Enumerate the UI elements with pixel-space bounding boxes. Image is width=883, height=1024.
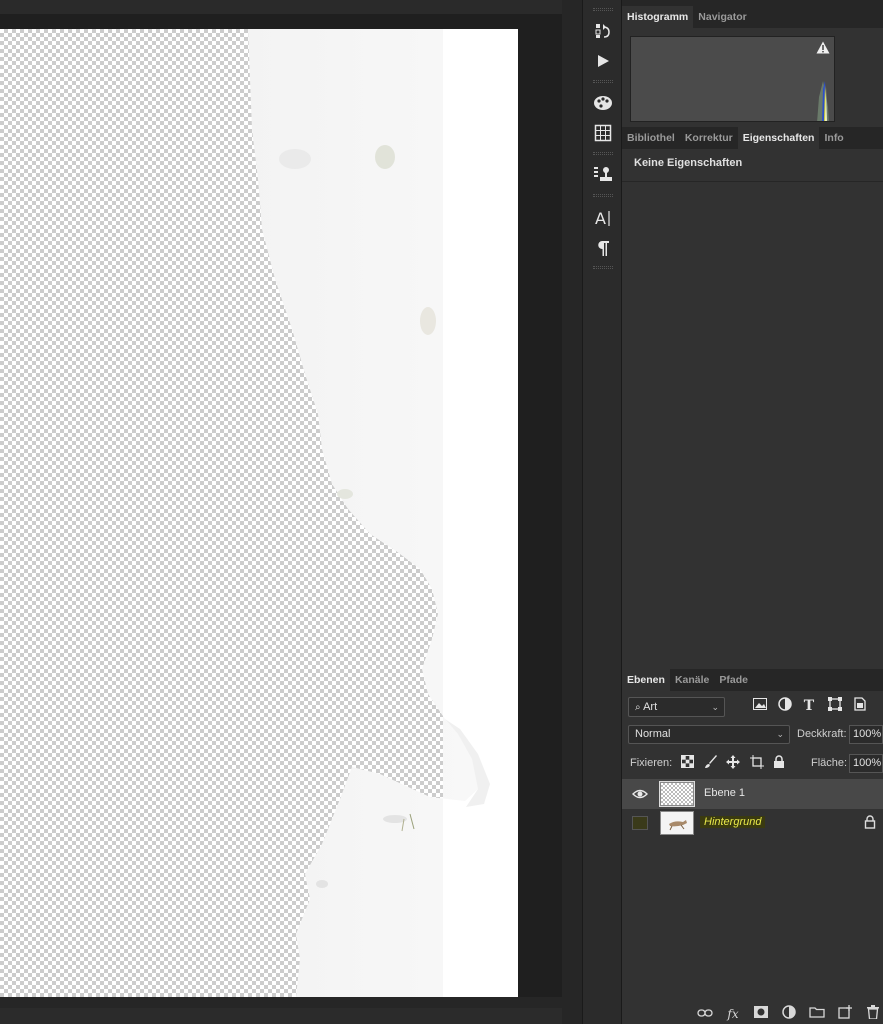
eye-icon[interactable] <box>632 787 648 801</box>
histogram-graph <box>630 36 835 122</box>
paragraph-icon[interactable] <box>589 235 617 261</box>
document-tab-bar <box>0 0 562 14</box>
strip-separator <box>593 194 613 197</box>
tab-channels[interactable]: Kanäle <box>670 669 714 691</box>
character-icon[interactable]: A <box>589 205 617 231</box>
add-mask-icon[interactable] <box>752 1005 770 1023</box>
masked-image-content <box>248 29 518 997</box>
tab-library[interactable]: Bibliothel <box>622 127 680 149</box>
horizontal-scrollbar[interactable] <box>0 1008 562 1024</box>
visibility-toggle[interactable] <box>632 816 648 830</box>
lock-transparent-pixels-icon[interactable] <box>678 755 696 771</box>
no-properties-message: Keine Eigenschaften <box>634 157 743 169</box>
properties-tabbar: Bibliothel Korrektur Eigenschaften Info <box>622 127 883 149</box>
lock-label: Fixieren: <box>630 757 673 769</box>
new-group-icon[interactable] <box>808 1005 826 1023</box>
strip-separator <box>593 152 613 155</box>
layer-name[interactable]: Hintergrund <box>700 816 766 828</box>
fx-icon[interactable]: fx <box>724 1005 742 1023</box>
layer-thumbnail <box>659 781 695 807</box>
delete-layer-icon[interactable] <box>864 1005 882 1023</box>
document-canvas-area[interactable] <box>0 0 562 1024</box>
type-filter-icon[interactable]: T <box>800 697 818 715</box>
history-icon[interactable] <box>589 18 617 44</box>
strip-separator <box>593 266 613 269</box>
adjustment-layer-icon[interactable] <box>780 1005 798 1023</box>
layer-row-hintergrund[interactable]: Hintergrund <box>622 808 883 838</box>
grid-icon[interactable] <box>589 120 617 146</box>
warning-icon[interactable] <box>816 41 830 54</box>
pixel-filter-icon[interactable] <box>751 697 769 715</box>
adjustment-filter-icon[interactable] <box>776 697 794 715</box>
lock-icon[interactable] <box>863 815 877 829</box>
smart-object-filter-icon[interactable] <box>851 697 869 715</box>
divider <box>622 181 883 182</box>
clone-source-icon[interactable] <box>589 161 617 187</box>
new-layer-icon[interactable] <box>836 1005 854 1023</box>
lock-artboard-icon[interactable] <box>748 755 766 771</box>
filter-kind-select[interactable]: ⌕ Art ⌄ <box>628 697 725 717</box>
filter-kind-label: Art <box>643 701 658 713</box>
tab-histogram[interactable]: Histogramm <box>622 6 694 28</box>
tab-properties[interactable]: Eigenschaften <box>737 127 820 149</box>
chevron-down-icon: ⌄ <box>711 702 719 712</box>
vertical-scrollbar[interactable] <box>562 0 582 1024</box>
tab-navigator[interactable]: Navigator <box>693 6 751 28</box>
tab-adjustments[interactable]: Korrektur <box>680 127 738 149</box>
strip-separator <box>593 80 613 83</box>
lock-position-icon[interactable] <box>724 755 742 771</box>
histogram-tabbar: Histogramm Navigator <box>622 6 883 28</box>
tab-paths[interactable]: Pfade <box>714 669 753 691</box>
tab-info[interactable]: Info <box>819 127 848 149</box>
play-actions-icon[interactable] <box>589 48 617 74</box>
collapsed-panel-strip: A <box>582 0 622 1024</box>
layer-row-ebene-1[interactable]: Ebene 1 <box>622 779 883 809</box>
chevron-down-icon: ⌄ <box>776 729 784 739</box>
blend-mode-value: Normal <box>635 728 671 740</box>
fill-input[interactable]: 100% <box>849 754 883 773</box>
swatches-icon[interactable] <box>589 90 617 116</box>
search-icon: ⌕ <box>635 702 641 713</box>
opacity-input[interactable]: 100% <box>849 725 883 744</box>
link-layers-icon[interactable] <box>696 1005 714 1023</box>
strip-grip[interactable] <box>593 8 613 11</box>
panels-dock: Histogramm Navigator Bibliothel Korrektu… <box>622 0 883 1024</box>
lock-all-icon[interactable] <box>770 755 788 771</box>
document-canvas[interactable] <box>0 29 518 997</box>
lock-image-pixels-icon[interactable] <box>702 755 720 771</box>
blend-mode-select[interactable]: Normal ⌄ <box>628 725 790 744</box>
opacity-label: Deckkraft: <box>797 728 847 740</box>
svg-text:A: A <box>595 209 606 227</box>
layers-footer: fx <box>622 1002 883 1024</box>
tab-layers[interactable]: Ebenen <box>622 669 670 691</box>
shape-filter-icon[interactable] <box>826 697 844 715</box>
layers-tabbar: Ebenen Kanäle Pfade <box>622 669 883 691</box>
layer-name[interactable]: Ebene 1 <box>704 787 745 799</box>
layer-filter-bar: ⌕ Art ⌄ T <box>622 692 883 720</box>
fill-label: Fläche: <box>811 757 848 769</box>
layer-thumbnail <box>660 811 694 835</box>
